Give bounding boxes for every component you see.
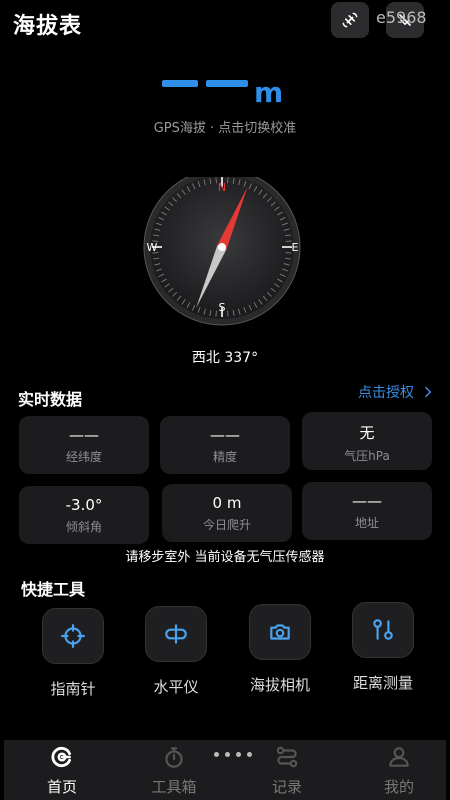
nav-label: 记录	[271, 778, 302, 796]
tile-label: 经纬度	[65, 450, 102, 464]
tile-label: 地址	[354, 516, 379, 530]
tool-compass-button[interactable]	[42, 608, 104, 664]
app-title: 海拔表	[13, 14, 83, 39]
tool-label: 海拔相机	[249, 676, 310, 694]
tile-value: ——	[69, 426, 99, 444]
tool-compass[interactable]: 指南针	[33, 608, 113, 699]
nav-item-profile[interactable]: 我的	[359, 744, 439, 797]
sensor-warning: 请移步室外 当前设备无气压传感器	[125, 550, 325, 565]
compass-target-icon	[61, 624, 85, 648]
tile-label: 今日爬升	[202, 518, 251, 532]
altitude-dash	[162, 80, 198, 87]
realtime-title: 实时数据	[18, 390, 83, 409]
nav-item-home[interactable]: 首页	[22, 744, 102, 797]
tile-today-climb: 0 m 今日爬升	[162, 484, 292, 542]
tool-altitude-camera[interactable]: 海拔相机	[240, 604, 320, 695]
tool-camera-button[interactable]	[249, 604, 311, 660]
tool-distance[interactable]: 距离测量	[343, 602, 423, 693]
tile-value: ——	[210, 426, 240, 444]
distance-icon	[373, 619, 393, 640]
route-icon	[276, 746, 298, 768]
home-icon	[51, 746, 71, 768]
tile-tilt-angle: -3.0° 倾斜角	[19, 486, 149, 544]
tool-distance-button[interactable]	[352, 602, 414, 658]
user-icon	[389, 747, 409, 767]
altitude-unit: m	[254, 76, 284, 109]
bottom-nav: 首页 工具箱 记录 我的	[4, 740, 446, 800]
tool-label: 距离测量	[352, 674, 413, 692]
tile-label: 气压hPa	[344, 449, 390, 463]
altitude-caption[interactable]: GPS海拔 · 点击切换校准	[0, 117, 450, 136]
tile-label: 倾斜角	[65, 520, 102, 534]
tile-value: -3.0°	[65, 496, 103, 514]
authorize-link[interactable]: 点击授权	[358, 382, 432, 402]
tool-label: 水平仪	[153, 678, 199, 696]
compass-north-label: N	[218, 181, 226, 194]
compass-west-label: W	[147, 241, 158, 254]
status-code: e5968	[376, 8, 427, 27]
tool-level[interactable]: 水平仪	[136, 606, 216, 697]
app-header: 海拔表 e5968	[0, 0, 450, 48]
camera-icon	[270, 624, 290, 640]
tile-value: 无	[359, 424, 375, 442]
nav-label: 工具箱	[151, 778, 197, 796]
nav-item-records[interactable]: 记录	[247, 744, 327, 797]
authorize-label: 点击授权	[358, 385, 414, 401]
compass-tick	[227, 177, 229, 184]
tool-level-button[interactable]	[145, 606, 207, 662]
tile-address: —— 地址	[302, 482, 432, 540]
chevron-right-icon	[425, 386, 432, 398]
altitude-value[interactable]: m	[160, 70, 290, 110]
compass-east-label: E	[292, 241, 299, 254]
stopwatch-icon	[165, 747, 183, 768]
tile-value: ——	[352, 492, 382, 510]
tile-accuracy: —— 精度	[160, 416, 290, 474]
tile-label: 精度	[212, 450, 237, 464]
nav-label: 我的	[383, 778, 414, 796]
tools-title: 快捷工具	[21, 580, 86, 599]
tool-label: 指南针	[50, 680, 96, 698]
tile-pressure: 无 气压hPa	[302, 412, 432, 470]
tile-coordinates: —— 经纬度	[19, 416, 149, 474]
altitude-dash	[206, 80, 248, 87]
nav-label: 首页	[46, 778, 77, 796]
compass-tick	[215, 177, 217, 184]
compass-south-label: S	[219, 301, 226, 314]
heading-readout: 西北 337°	[191, 350, 259, 366]
level-icon	[165, 624, 187, 644]
tile-value: 0 m	[212, 494, 242, 512]
satellite-button[interactable]	[331, 2, 369, 38]
compass-tick	[227, 310, 229, 317]
satellite-icon	[342, 12, 358, 28]
nav-item-toolbox[interactable]: 工具箱	[134, 744, 214, 797]
compass-dial: N S E W	[143, 177, 301, 326]
compass-tick	[215, 310, 217, 317]
